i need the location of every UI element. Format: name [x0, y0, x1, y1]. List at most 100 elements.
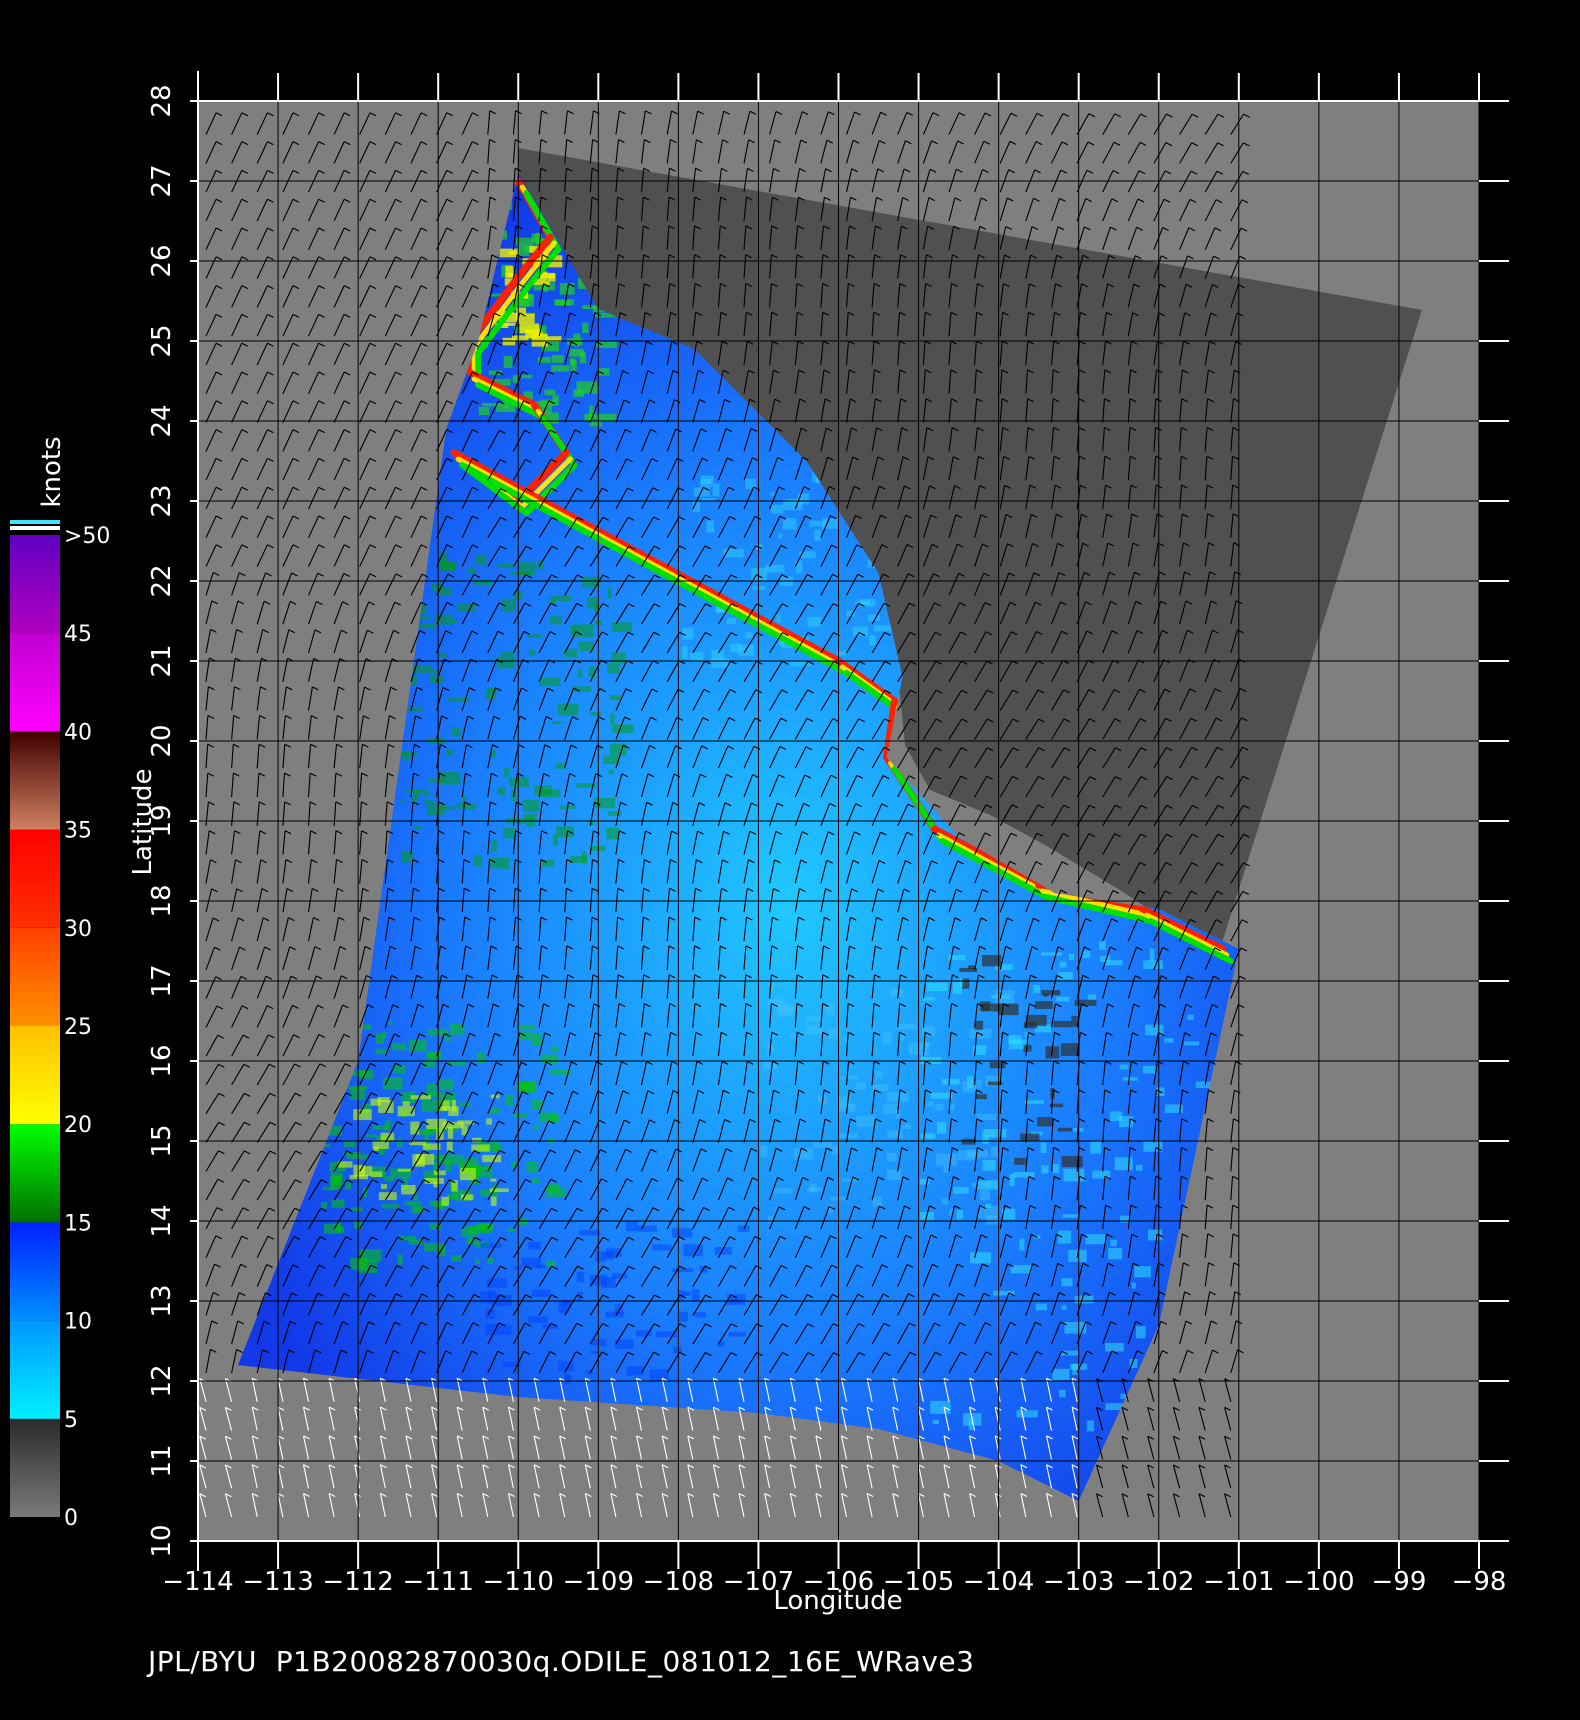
wind-speed-patch [528, 1316, 548, 1323]
lat-tick-label: 28 [147, 84, 177, 117]
wind-speed-patch [728, 1332, 746, 1337]
wind-speed-patch [773, 1188, 793, 1194]
wind-speed-patch [467, 567, 475, 574]
colorbar-band [10, 1222, 60, 1321]
colorbar-label: 45 [64, 622, 92, 647]
wind-speed-patch [508, 777, 529, 788]
wind-speed-patch [952, 982, 963, 994]
wind-speed-patch [371, 1171, 383, 1177]
colorbar-label: 10 [64, 1310, 92, 1335]
wind-speed-patch [1052, 1368, 1070, 1381]
wind-speed-patch [1059, 1389, 1066, 1398]
wind-speed-patch [442, 1100, 450, 1111]
colorbar-band [10, 927, 60, 1026]
wind-speed-patch [531, 1033, 542, 1046]
wind-speed-patch [882, 1104, 900, 1114]
wind-speed-patch [408, 1039, 427, 1052]
lat-tick-label: 27 [147, 164, 177, 197]
lat-tick-label: 13 [147, 1284, 177, 1317]
wind-speed-patch [976, 1113, 997, 1120]
wind-speed-patch [582, 322, 589, 333]
wind-speed-patch [1037, 1117, 1053, 1127]
wind-speed-patch [809, 1183, 817, 1193]
wind-speed-patch [555, 300, 571, 306]
wind-speed-patch [1123, 1077, 1139, 1081]
wind-speed-patch [481, 403, 501, 407]
wind-speed-patch [692, 1289, 700, 1302]
wind-speed-patch [529, 649, 536, 657]
wind-speed-patch [391, 1043, 407, 1051]
wind-speed-patch [778, 534, 783, 539]
wind-speed-patch [1057, 1230, 1072, 1244]
wind-speed-patch [990, 1146, 999, 1158]
wind-speed-patch [1056, 996, 1070, 1002]
wind-speed-patch [1020, 1133, 1040, 1142]
wind-speed-patch [1058, 971, 1073, 980]
wind-speed-patch [482, 1155, 501, 1163]
footer-caption: JPL/BYU P1B20082870030q.ODILE_081012_16E… [148, 1645, 974, 1678]
wind-speed-patch [503, 355, 513, 368]
wind-speed-patch [410, 1095, 432, 1100]
wind-speed-patch [402, 1101, 410, 1107]
wind-speed-patch [550, 1046, 559, 1052]
wind-speed-patch [966, 1149, 989, 1158]
wind-speed-patch [590, 712, 602, 716]
wind-speed-patch [1184, 1041, 1200, 1046]
wind-speed-patch [470, 1225, 491, 1235]
wind-speed-patch [806, 1015, 823, 1022]
wind-speed-patch [887, 1092, 909, 1102]
wind-speed-patch [540, 1054, 559, 1064]
wind-speed-patch [591, 1350, 598, 1354]
wind-speed-patch [516, 237, 535, 246]
colorbar-band [10, 1124, 60, 1223]
wind-speed-patch [517, 245, 530, 256]
wind-speed-patch [404, 1200, 413, 1206]
wind-speed-patch [480, 1243, 502, 1249]
wind-speed-patch [927, 1101, 934, 1107]
wind-speed-patch [436, 1128, 444, 1140]
wind-speed-patch [402, 752, 409, 761]
wind-speed-patch [399, 799, 405, 803]
wind-speed-patch [457, 803, 477, 810]
wind-speed-patch [984, 1181, 992, 1188]
colorbar-label: 35 [64, 819, 92, 844]
wind-speed-patch [439, 772, 461, 785]
wind-speed-patch [396, 1138, 403, 1148]
colorbar-band [10, 1026, 60, 1125]
wind-speed-patch [794, 1148, 813, 1160]
wind-speed-patch [439, 1078, 454, 1090]
wind-speed-patch [981, 1003, 1001, 1012]
wind-speed-patch [573, 624, 594, 637]
wind-speed-patch [331, 1199, 345, 1208]
lat-tick-label: 24 [147, 404, 177, 437]
wind-speed-patch [789, 1033, 798, 1038]
wind-speed-patch [1053, 1020, 1073, 1028]
colorbar-label: 5 [64, 1408, 78, 1433]
wind-speed-patch [499, 248, 520, 258]
lon-tick-label: −113 [242, 1567, 313, 1597]
wind-speed-patch [552, 721, 561, 725]
wind-speed-patch [549, 616, 562, 625]
wind-speed-patch [552, 395, 559, 406]
wind-speed-patch [1061, 1278, 1073, 1287]
wind-speed-patch [1135, 1326, 1146, 1339]
wind-speed-patch [856, 1082, 866, 1090]
wind-speed-patch [930, 1092, 953, 1099]
wind-speed-patch [577, 668, 583, 678]
wind-speed-patch [837, 1096, 851, 1107]
wind-speed-patch [990, 1134, 997, 1138]
wind-speed-patch [350, 1087, 365, 1100]
wind-speed-patch [1082, 950, 1091, 959]
wind-speed-patch [869, 635, 876, 646]
wind-speed-patch [962, 1081, 977, 1093]
wind-speed-patch [497, 564, 514, 568]
lon-tick-label: −99 [1372, 1567, 1427, 1597]
wind-speed-patch [889, 988, 904, 997]
wind-speed-patch [473, 855, 483, 867]
wind-speed-patch [441, 1196, 449, 1206]
wind-speed-patch [809, 520, 827, 527]
wind-speed-patch [472, 1137, 482, 1143]
colorbar-title: knots [37, 436, 67, 507]
wind-speed-patch [521, 1257, 541, 1268]
wind-speed-patch [637, 1225, 657, 1232]
